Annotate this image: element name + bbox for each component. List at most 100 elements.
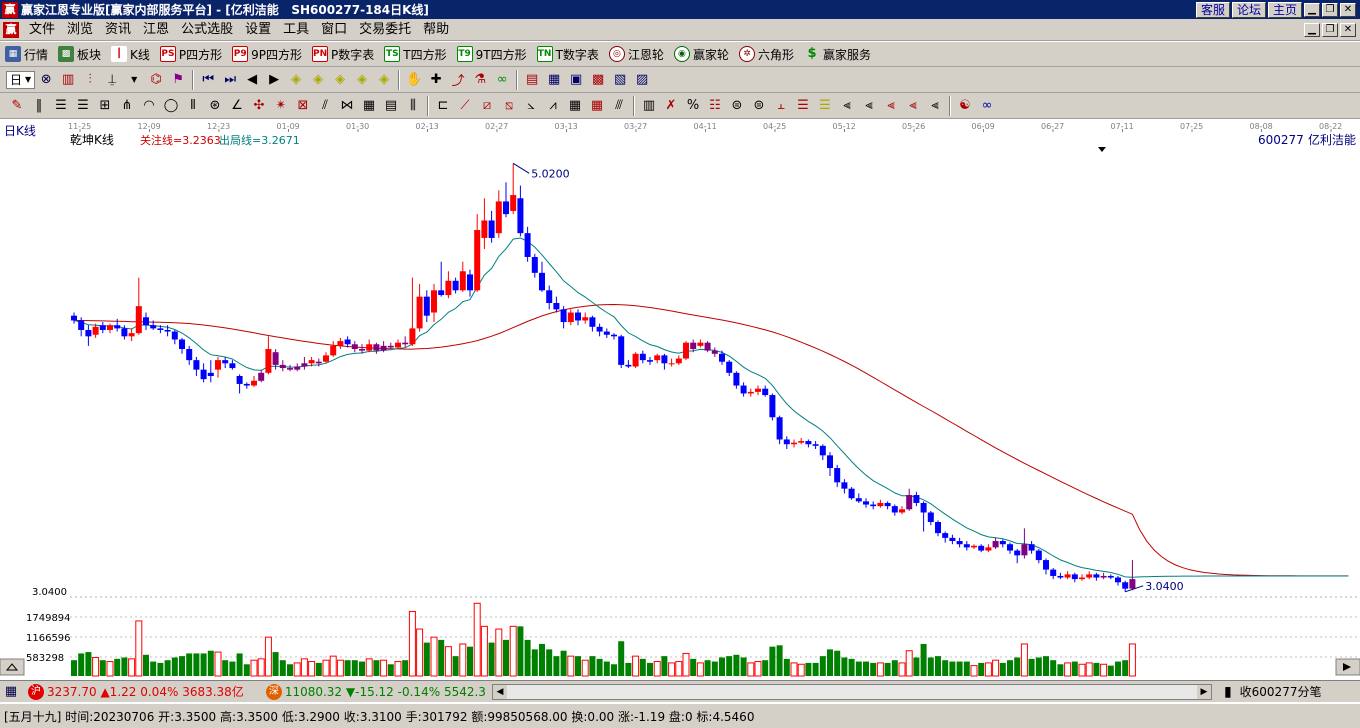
chevron-down-small-icon[interactable]: ▼ [123,69,145,91]
trades-link[interactable]: 收600277分笔 [1240,683,1322,700]
winner-service-button[interactable]: $ 赢家服务 [799,43,876,65]
save-icon[interactable]: ▩ [587,69,609,91]
ray-icon[interactable]: ⟋ [454,95,476,117]
9p-square-button[interactable]: P9 9P四方形 [227,43,307,65]
parallel-icon[interactable]: ⫻ [608,95,630,117]
zoom-reset-icon[interactable]: ◈ [373,69,395,91]
spiral-icon[interactable]: ⊛ [204,95,226,117]
calendar-icon[interactable]: ▤ [521,69,543,91]
support-link[interactable]: 客服 [1195,1,1230,18]
9t-square-button[interactable]: T9 9T四方形 [452,43,532,65]
pattern-icon[interactable]: ⊠ [292,95,314,117]
percent-fan-icon[interactable]: ✗ [660,95,682,117]
zoom-fit-icon[interactable]: ◈ [329,69,351,91]
bar-chart-icon[interactable]: ⫶ [79,69,101,91]
circle-levels-icon[interactable]: ⊜ [726,95,748,117]
square-grid-icon[interactable]: ▤ [380,95,402,117]
child-close-button[interactable]: ✕ [1340,22,1356,37]
fan-lines2-icon[interactable]: ⫷ [858,95,880,117]
horizontal-scrollbar[interactable]: ◀ ▶ [491,683,1212,700]
truck-icon[interactable]: ▨ [631,69,653,91]
fan-lines-icon[interactable]: ⫷ [836,95,858,117]
menu-window[interactable]: 窗口 [315,20,353,40]
box-icon[interactable]: ⧄ [476,95,498,117]
fan-icon[interactable]: ⚗ [469,69,491,91]
p-number-table-button[interactable]: PN P数字表 [307,43,379,65]
levels-red-icon[interactable]: ☰ [792,95,814,117]
fan-red2-icon[interactable]: ⫷ [902,95,924,117]
sectors-button[interactable]: ▩ 板块 [53,43,106,65]
print-icon[interactable]: ▧ [609,69,631,91]
menu-help[interactable]: 帮助 [417,20,455,40]
winner-wheel-button[interactable]: ◉ 赢家轮 [669,43,734,65]
zoom-in-icon[interactable]: ◈ [285,69,307,91]
crosshair-icon[interactable]: ✚ [425,69,447,91]
fib-icon[interactable]: ☰ [50,95,72,117]
cross-hair-icon[interactable]: ⊗ [35,69,57,91]
levels-yellow-icon[interactable]: ☰ [814,95,836,117]
p-square-button[interactable]: PS P四方形 [155,43,227,65]
formula-icon[interactable]: ⌬ [145,69,167,91]
gann-grid-icon[interactable]: ▦ [358,95,380,117]
calculator-icon[interactable]: ▦ [543,69,565,91]
diagonal-box-icon[interactable]: ⧅ [498,95,520,117]
infinity-icon[interactable]: ∞ [976,95,998,117]
flag-icon[interactable]: ⚑ [167,69,189,91]
arc-icon[interactable]: ◠ [138,95,160,117]
cycle-icon[interactable]: ⫴ [182,95,204,117]
wave-icon[interactable]: ⋈ [336,95,358,117]
pen-icon[interactable]: ✎ [6,95,28,117]
grid-red-icon[interactable]: ▦ [586,95,608,117]
move-right-icon[interactable]: ▶ [263,69,285,91]
home-link[interactable]: 主页 [1267,1,1302,18]
levels-icon[interactable]: ☷ [704,95,726,117]
child-restore-button[interactable]: ❐ [1322,22,1338,37]
ruler-icon[interactable]: ▥ [638,95,660,117]
kline-chart[interactable]: 11-25 12-09 12-23 01-09 01-30 02-13 02-27 03-13… [0,119,1360,679]
menu-browse[interactable]: 浏览 [61,20,99,40]
gann-wheel-button[interactable]: ◎ 江恩轮 [604,43,669,65]
menu-settings[interactable]: 设置 [239,20,277,40]
scroll-right-arrow-icon[interactable]: ▶ [1196,684,1211,699]
zoom-all-icon[interactable]: ◈ [351,69,373,91]
period-select[interactable]: 日 ▼ [6,70,36,89]
t-number-table-button[interactable]: TN T数字表 [532,43,604,65]
candle-mark-icon[interactable]: ⫠ [770,95,792,117]
kline-chart-icon[interactable]: ▥ [57,69,79,91]
star-icon[interactable]: ✴ [270,95,292,117]
minimize-button[interactable]: ▁ [1304,2,1320,17]
percent-icon[interactable]: % [682,95,704,117]
scroll-left-arrow-icon[interactable]: ◀ [492,684,507,699]
child-minimize-button[interactable]: ▁ [1304,22,1320,37]
circle-icon[interactable]: ◯ [160,95,182,117]
t-square-button[interactable]: TS T四方形 [379,43,451,65]
time-zone-icon[interactable]: ⫼ [402,95,424,117]
first-page-icon[interactable]: ⏮ [197,69,219,91]
menu-logo-icon[interactable]: 赢 [3,21,19,38]
gann-square-icon[interactable]: ✣ [248,95,270,117]
angle-icon[interactable]: ∠ [226,95,248,117]
menu-tools[interactable]: 工具 [277,20,315,40]
menu-gann[interactable]: 江恩 [137,20,175,40]
menu-file[interactable]: 文件 [23,20,61,40]
trend-icon[interactable]: ⤴ [447,69,469,91]
bracket-icon[interactable]: ⊏ [432,95,454,117]
kline-chart-area[interactable]: 11-25 12-09 12-23 01-09 01-30 02-13 02-27 03-13… [0,119,1360,679]
table-icon[interactable]: ▣ [565,69,587,91]
dropdown-marker-icon[interactable] [1098,147,1106,152]
menu-trade[interactable]: 交易委托 [353,20,417,40]
vertical-lines-icon[interactable]: ‖ [28,95,50,117]
gann-box-icon[interactable]: ⊞ [94,95,116,117]
link-icon[interactable]: ∞ [491,69,513,91]
fib-ext-icon[interactable]: ☰ [72,95,94,117]
channel-icon[interactable]: ⫽ [314,95,336,117]
zoom-out-icon[interactable]: ◈ [307,69,329,91]
circle-levels2-icon[interactable]: ⊜ [748,95,770,117]
fan-lines3-icon[interactable]: ⫷ [924,95,946,117]
move-left-icon[interactable]: ◀ [241,69,263,91]
grid-lines-icon[interactable]: ▦ [564,95,586,117]
scroll-up-button[interactable] [0,658,25,676]
quotes-button[interactable]: ▦ 行情 [0,43,53,65]
hand-icon[interactable]: ✋ [403,69,425,91]
forum-link[interactable]: 论坛 [1231,1,1266,18]
